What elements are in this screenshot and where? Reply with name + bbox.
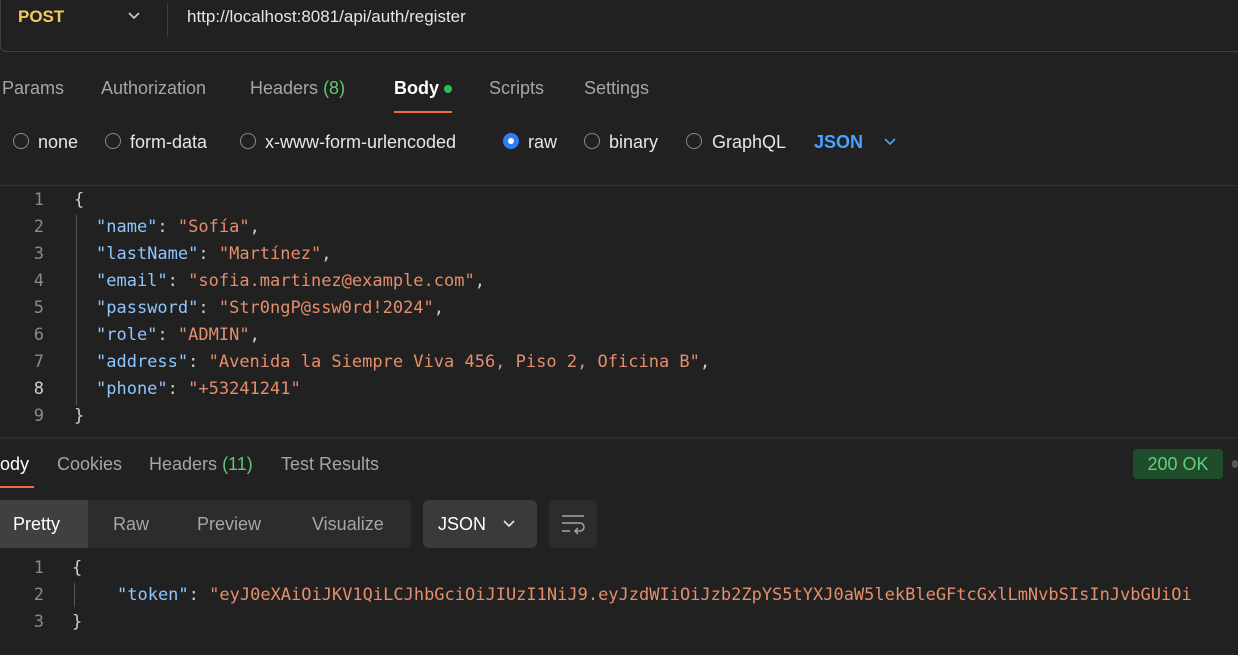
- code-line: {: [72, 558, 83, 578]
- line-number: 7: [33, 352, 44, 372]
- response-tab-test-results[interactable]: Test Results: [281, 454, 379, 475]
- json-key: "phone": [96, 379, 168, 399]
- view-pretty-button[interactable]: Pretty: [0, 500, 88, 548]
- tab-authorization[interactable]: Authorization: [101, 78, 206, 99]
- line-number: 2: [33, 217, 44, 237]
- json-key: "email": [96, 271, 168, 291]
- line-number: 3: [33, 612, 44, 632]
- format-select-label: JSON: [438, 514, 487, 534]
- response-tab-body[interactable]: ody: [0, 454, 29, 475]
- tab-params[interactable]: Params: [2, 78, 64, 99]
- json-value: "Martínez": [218, 244, 322, 264]
- radio-urlencoded[interactable]: [240, 133, 256, 149]
- json-comma: ,: [699, 352, 711, 372]
- divider: [0, 185, 1238, 186]
- body-modified-dot: [444, 85, 452, 93]
- tab-settings[interactable]: Settings: [584, 78, 649, 99]
- chevron-down-icon: [503, 520, 515, 528]
- view-visualize-button[interactable]: Visualize: [312, 500, 384, 548]
- json-comma: ,: [433, 298, 445, 318]
- tab-headers-label: Headers: [250, 78, 319, 98]
- radio-binary[interactable]: [584, 133, 600, 149]
- more-indicator: [1232, 460, 1238, 468]
- status-badge[interactable]: 200 OK: [1133, 449, 1223, 479]
- tab-body[interactable]: Body: [394, 78, 439, 99]
- json-value: "eyJ0eXAiOiJKV1QiLCJhbGciOiJIUzI1NiJ9.ey…: [209, 585, 1192, 605]
- json-key: "lastName": [96, 244, 199, 264]
- indent-guide: [74, 583, 75, 607]
- view-raw-button[interactable]: Raw: [113, 500, 149, 548]
- json-key: "password": [96, 298, 199, 318]
- json-comma: ,: [321, 244, 332, 264]
- json-value: "ADMIN": [177, 325, 250, 345]
- radio-form-data[interactable]: [105, 133, 121, 149]
- radio-form-data-label[interactable]: form-data: [130, 132, 207, 153]
- language-select[interactable]: JSON: [814, 132, 863, 153]
- response-tab-cookies[interactable]: Cookies: [57, 454, 122, 475]
- json-key: "name": [96, 217, 158, 237]
- headers-count-badge: (11): [222, 454, 253, 474]
- active-tab-indicator: [0, 486, 34, 488]
- pane-divider[interactable]: [0, 437, 1238, 439]
- radio-urlencoded-label[interactable]: x-www-form-urlencoded: [265, 132, 456, 153]
- code-line: "lastName": "Martínez",: [96, 244, 332, 264]
- line-number: 3: [33, 244, 44, 264]
- code-line: "token": "eyJ0eXAiOiJKV1QiLCJhbGciOiJIUz…: [117, 585, 1192, 605]
- response-tab-headers-label: Headers: [149, 454, 218, 474]
- line-number: 9: [33, 406, 44, 426]
- radio-raw[interactable]: [503, 133, 519, 149]
- radio-none[interactable]: [13, 133, 29, 149]
- active-tab-indicator: [394, 111, 452, 113]
- radio-raw-label[interactable]: raw: [528, 132, 557, 153]
- line-number: 8: [33, 379, 44, 399]
- code-line: }: [72, 612, 83, 632]
- json-key: "token": [117, 585, 189, 605]
- json-comma: ,: [474, 271, 485, 291]
- json-value: "Str0ngP@ssw0rd!2024": [218, 298, 434, 318]
- json-value: "Avenida la Siempre Viva 456, Piso 2, Of…: [208, 352, 700, 372]
- radio-binary-label[interactable]: binary: [609, 132, 658, 153]
- wrap-lines-button[interactable]: [549, 500, 597, 548]
- json-value: "sofia.martinez@example.com": [188, 271, 475, 291]
- method-select[interactable]: POST: [18, 7, 64, 27]
- code-line: "password": "Str0ngP@ssw0rd!2024",: [96, 298, 445, 318]
- radio-graphql-label[interactable]: GraphQL: [712, 132, 786, 153]
- radio-none-label[interactable]: none: [38, 132, 78, 153]
- json-comma: ,: [249, 325, 260, 345]
- response-tab-headers[interactable]: Headers (11): [149, 454, 253, 475]
- chevron-down-icon[interactable]: [127, 11, 141, 21]
- headers-count-badge: (8): [323, 78, 346, 98]
- code-line: "email": "sofia.martinez@example.com",: [96, 271, 485, 291]
- code-line: }: [74, 406, 85, 426]
- wrap-lines-icon: [562, 515, 585, 535]
- url-divider: [167, 3, 168, 37]
- radio-graphql[interactable]: [686, 133, 702, 149]
- json-key: "address": [96, 352, 189, 372]
- tab-scripts[interactable]: Scripts: [489, 78, 544, 99]
- code-line: "phone": "+53241241": [96, 379, 301, 399]
- json-key: "role": [96, 325, 158, 345]
- json-value: "Sofía": [177, 217, 250, 237]
- url-input[interactable]: http://localhost:8081/api/auth/register: [187, 7, 466, 27]
- code-line: "role": "ADMIN",: [96, 325, 260, 345]
- code-line: "address": "Avenida la Siempre Viva 456,…: [96, 352, 711, 372]
- json-comma: ,: [249, 217, 260, 237]
- tab-headers[interactable]: Headers (8): [250, 78, 345, 99]
- indent-guide: [76, 215, 77, 405]
- line-number: 1: [33, 190, 44, 210]
- code-line: {: [74, 190, 85, 210]
- code-line: "name": "Sofía",: [96, 217, 260, 237]
- line-number: 1: [33, 558, 44, 578]
- json-value: "+53241241": [188, 379, 301, 399]
- line-number: 6: [33, 325, 44, 345]
- view-preview-button[interactable]: Preview: [197, 500, 261, 548]
- line-number: 2: [33, 585, 44, 605]
- line-number: 4: [33, 271, 44, 291]
- chevron-down-icon[interactable]: [883, 137, 897, 147]
- request-url-bar: POST http://localhost:8081/api/auth/regi…: [0, 0, 1238, 52]
- line-number: 5: [33, 298, 44, 318]
